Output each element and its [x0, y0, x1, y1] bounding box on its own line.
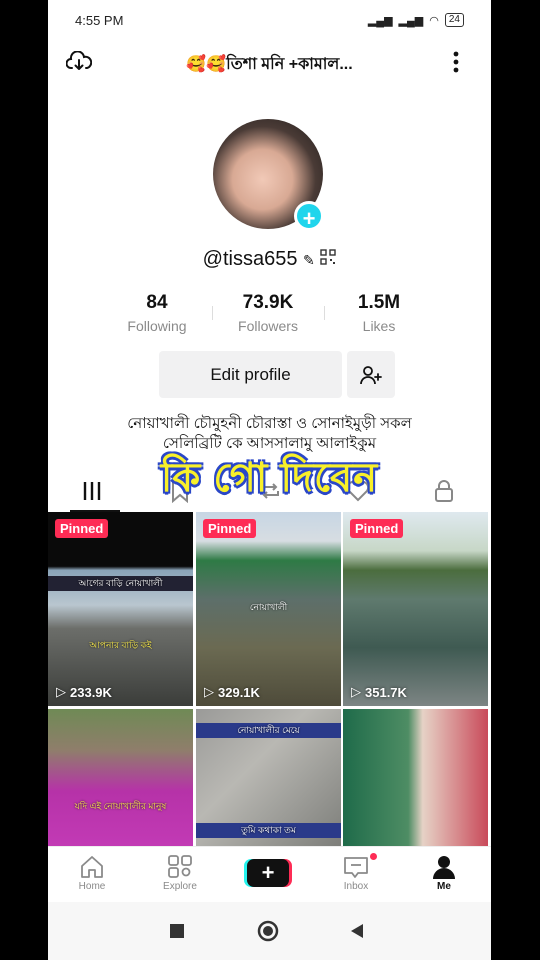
play-icon: ▷ — [56, 684, 66, 699]
stat-label: Following — [127, 318, 187, 334]
video-caption: নোয়াখালীর মেয়ে — [196, 723, 341, 738]
inbox-icon — [344, 857, 368, 878]
profile-header: 🥰🥰তিশা মনি +কামাল... — [48, 45, 491, 79]
video-thumbnail[interactable] — [343, 709, 488, 846]
app-screen: 4:55 PM ▂▄▆ ▂▄▆ ◠ 24 🥰🥰তিশা মনি +কামাল..… — [48, 0, 491, 960]
pinned-badge: Pinned — [55, 519, 109, 538]
profile-stats: 84 Following 73.9K Followers 1.5M Likes — [48, 292, 491, 342]
recents-icon[interactable] — [164, 918, 190, 944]
edit-pencil-icon[interactable]: ✎ — [303, 252, 315, 268]
view-count: ▷ 233.9K — [56, 684, 112, 700]
view-count-value: 233.9K — [70, 684, 112, 700]
nav-me[interactable]: Me — [409, 853, 479, 892]
nav-home[interactable]: Home — [57, 853, 127, 892]
stat-value: 73.9K — [242, 292, 294, 313]
add-user-icon — [360, 365, 382, 384]
status-time: 4:55 PM — [75, 12, 124, 28]
overlay-caption: কি গো দিবেন — [160, 456, 379, 500]
home-circle-icon[interactable] — [255, 918, 281, 944]
status-icons: ▂▄▆ ▂▄▆ ◠ 24 — [368, 13, 464, 27]
username: @tissa655 — [202, 248, 298, 270]
qr-code-icon[interactable] — [320, 248, 337, 271]
stat-value: 84 — [146, 292, 168, 313]
edit-profile-button[interactable]: Edit profile — [159, 351, 342, 398]
video-thumbnail[interactable]: Pinned আগের বাড়ি নোয়াখালী আপনার বাড়ি … — [48, 512, 193, 706]
cloud-download-icon[interactable] — [64, 47, 94, 77]
pinned-badge: Pinned — [203, 519, 257, 538]
profile-title: 🥰🥰তিশা মনি +কামাল... — [186, 56, 353, 73]
add-friend-button[interactable] — [347, 351, 395, 398]
video-thumbnail[interactable]: Pinned ▷ 351.7K — [343, 512, 488, 706]
video-thumbnail[interactable]: Pinned নোয়াখালী ▷ 329.1K — [196, 512, 341, 706]
profile-icon — [433, 856, 455, 879]
play-icon: ▷ — [351, 684, 361, 699]
video-thumbnail[interactable]: যদি এই নোয়াখালীর মানুষ — [48, 709, 193, 846]
nav-label: Explore — [163, 881, 197, 892]
view-count: ▷ 351.7K — [351, 684, 407, 700]
more-options-icon[interactable] — [441, 47, 471, 77]
video-caption: যদি এই নোয়াখালীর মানুষ — [74, 801, 167, 811]
stat-following[interactable]: 84 Following — [102, 292, 212, 334]
nav-label: Me — [437, 881, 451, 892]
username-row: @tissa655 ✎ — [48, 248, 491, 271]
nav-label: Inbox — [343, 881, 369, 892]
view-count: ▷ 329.1K — [204, 684, 260, 700]
create-button[interactable]: + — [247, 859, 289, 887]
view-count-value: 351.7K — [365, 684, 407, 700]
video-caption: আপনার বাড়ি কই — [89, 640, 152, 650]
home-icon — [81, 856, 103, 878]
nav-inbox[interactable]: Inbox — [321, 853, 391, 892]
video-caption: নোয়াখালী — [249, 602, 288, 612]
stat-value: 1.5M — [357, 292, 401, 313]
battery-icon: 24 — [444, 13, 464, 27]
stat-label: Likes — [362, 318, 396, 334]
bottom-nav: Home Explore + Inbox Me — [48, 846, 491, 903]
stat-likes[interactable]: 1.5M Likes — [324, 292, 434, 334]
signal-icon-2: ▂▄▆ — [398, 14, 424, 27]
pinned-badge: Pinned — [350, 519, 404, 538]
stat-label: Followers — [238, 318, 298, 334]
play-icon: ▷ — [204, 684, 214, 699]
video-thumbnail[interactable]: নোয়াখালীর মেয়ে তুমি কথাকা তম — [196, 709, 341, 846]
explore-icon — [168, 855, 192, 878]
nav-explore[interactable]: Explore — [145, 853, 215, 892]
signal-icon: ▂▄▆ — [367, 14, 393, 27]
wifi-icon: ◠ — [429, 14, 439, 27]
system-nav-bar — [48, 902, 491, 960]
back-icon[interactable] — [344, 918, 370, 944]
video-caption: আগের বাড়ি নোয়াখালী — [48, 576, 193, 591]
video-caption: তুমি কথাকা তম — [196, 823, 341, 838]
view-count-value: 329.1K — [218, 684, 260, 700]
bio-line: নোয়াখালী চৌমুহনী চৌরাস্তা ও সোনাইমুড়ী … — [127, 415, 412, 432]
stat-followers[interactable]: 73.9K Followers — [213, 292, 323, 334]
add-avatar-icon[interactable]: + — [294, 201, 324, 231]
nav-label: Home — [78, 881, 106, 892]
status-bar: 4:55 PM ▂▄▆ ▂▄▆ ◠ 24 — [48, 0, 491, 40]
